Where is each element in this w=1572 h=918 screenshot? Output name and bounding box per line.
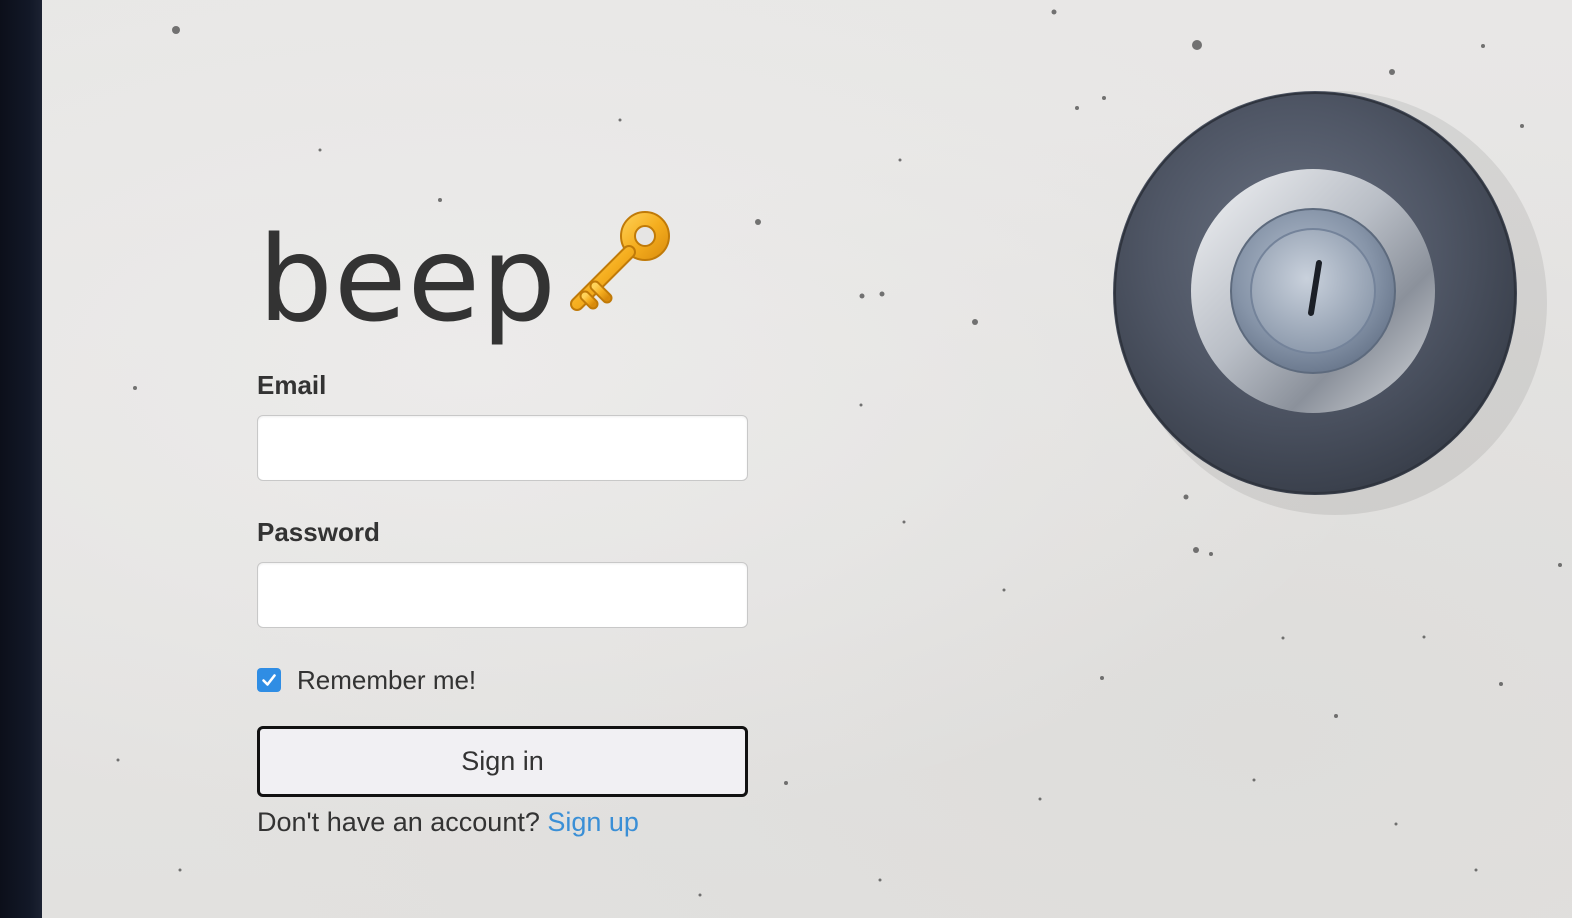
signup-row: Don't have an account? Sign up: [257, 807, 748, 838]
brand-name: beep: [258, 210, 557, 348]
password-input[interactable]: [257, 562, 748, 628]
sign-in-form: Email Password Remember me! Sign in Don'…: [257, 370, 748, 838]
email-group: Email: [257, 370, 748, 481]
key-icon: [570, 211, 670, 311]
signup-prompt: Don't have an account?: [257, 807, 540, 837]
remember-me-checkbox[interactable]: [257, 668, 281, 692]
email-label: Email: [257, 370, 327, 400]
sign-up-link[interactable]: Sign up: [547, 807, 639, 837]
password-label: Password: [257, 517, 380, 547]
keyhole-lock-icon: [1113, 91, 1547, 515]
sign-in-button[interactable]: Sign in: [257, 726, 748, 797]
password-group: Password: [257, 517, 748, 628]
checkmark-icon: [262, 674, 276, 686]
email-input[interactable]: [257, 415, 748, 481]
remember-me-row[interactable]: Remember me!: [257, 664, 748, 696]
brand-logo: beep: [258, 200, 683, 360]
remember-me-label[interactable]: Remember me!: [297, 665, 476, 696]
